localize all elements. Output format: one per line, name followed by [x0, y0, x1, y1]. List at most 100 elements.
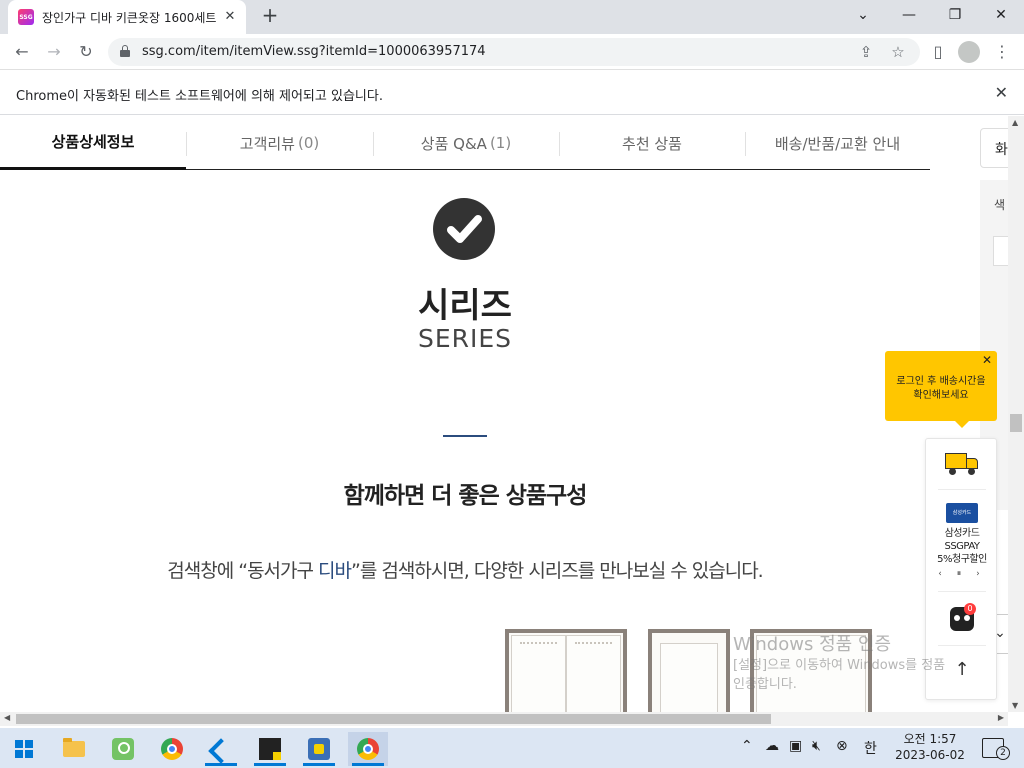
notification-count-badge: 2 — [996, 746, 1010, 760]
side-panel-icon[interactable]: ▯ — [926, 40, 950, 64]
forward-arrow-icon[interactable]: → — [42, 40, 66, 64]
onedrive-icon[interactable]: ☁ — [765, 738, 779, 754]
series-title-korean: 시리즈 — [418, 286, 512, 326]
scroll-down-arrow-icon[interactable]: ▼ — [1012, 701, 1018, 710]
page-viewport: 상품상세정보 고객리뷰 (0) 상품 Q&A (1) 추천 상품 배송/반품/교환 … — [0, 116, 1008, 712]
lock-icon[interactable] — [120, 45, 130, 57]
vscode-icon — [210, 738, 232, 760]
network-icon[interactable]: ▣ — [789, 738, 802, 754]
option-color-label: 색 — [994, 198, 1006, 212]
infobar-close-icon[interactable]: ✕ — [995, 83, 1008, 102]
new-tab-button[interactable]: + — [258, 4, 282, 28]
tab-count: (1) — [489, 134, 512, 152]
back-arrow-icon[interactable]: ← — [10, 40, 34, 64]
windows-logo-icon — [15, 740, 33, 758]
desc-highlight: 디바 — [318, 560, 352, 582]
blocked-icon[interactable]: ⊗ — [836, 738, 848, 754]
tab-label: 상품 Q&A — [420, 134, 487, 153]
option-select[interactable] — [993, 236, 1008, 266]
window-close-button[interactable]: ✕ — [978, 0, 1024, 30]
vertical-scrollbar[interactable]: ▲ ▼ — [1008, 116, 1024, 712]
windows-watermark-title: Windows 정품 인증 — [733, 634, 892, 655]
chrome-button[interactable] — [152, 732, 192, 766]
ssg-favicon-icon: SSG — [18, 9, 34, 25]
chrome-icon — [357, 738, 379, 760]
quick-menu-separator — [938, 645, 986, 646]
bookmark-star-icon[interactable]: ☆ — [886, 40, 910, 64]
tab-label: 배송/반품/교환 안내 — [774, 134, 901, 153]
clock-date: 2023-06-02 — [895, 748, 965, 762]
tab-search-chevron-icon[interactable]: ⌄ — [840, 0, 886, 30]
taskbar-clock[interactable]: 오전 1:57 2023-06-02 — [892, 731, 968, 763]
scroll-right-arrow-icon[interactable]: ▶ — [998, 713, 1004, 722]
tab-label: 고객리뷰 — [239, 134, 295, 153]
checkmark-icon — [433, 198, 495, 260]
combo-section-description: 검색창에 “동서가구 디바”를 검색하시면, 다양한 시리즈를 만나보실 수 있… — [0, 556, 930, 583]
tab-label: 추천 상품 — [622, 134, 682, 153]
horizontal-scrollbar[interactable]: ◀ ▶ — [0, 712, 1008, 726]
ime-indicator[interactable]: 한 — [864, 738, 877, 758]
vertical-scroll-thumb[interactable] — [1010, 414, 1022, 432]
volume-muted-icon[interactable]: 🔇︎ — [812, 738, 821, 754]
chrome-active-button[interactable] — [348, 732, 388, 766]
windows-taskbar: ⌃ ☁ ▣ 🔇︎ ⊗ 한 오전 1:57 2023-06-02 2 — [0, 728, 1024, 768]
tab-label: 상품상세정보 — [51, 133, 135, 151]
tab-strip: SSG 장인가구 디바 키큰옷장 1600세트 ✕ + ⌄ — ❐ ✕ — [0, 0, 1024, 34]
browser-toolbar: ← → ↻ ssg.com/item/itemView.ssg?itemId=1… — [0, 34, 1024, 70]
card-carousel-nav[interactable]: ‹ ⏸ › — [926, 569, 998, 579]
reload-icon[interactable]: ↻ — [74, 40, 98, 64]
restore-button[interactable]: ❐ — [932, 0, 978, 30]
scroll-left-arrow-icon[interactable]: ◀ — [4, 713, 10, 722]
tooltip-close-icon[interactable]: ✕ — [982, 353, 992, 367]
start-button[interactable] — [4, 732, 44, 766]
more-menu-icon[interactable]: ⋮ — [990, 40, 1014, 64]
clock-time: 오전 1:57 — [903, 732, 957, 746]
combo-section-title: 함께하면 더 좋은 상품구성 — [343, 483, 588, 509]
tab-product-detail[interactable]: 상품상세정보 — [0, 116, 186, 170]
tab-shipping-info[interactable]: 배송/반품/교환 안내 — [745, 116, 930, 170]
samsung-card-icon[interactable]: 삼성카드 — [946, 503, 978, 523]
stickies-button[interactable] — [250, 732, 290, 766]
tab-close-icon[interactable]: ✕ — [222, 9, 238, 25]
chatbot-badge: 0 — [964, 603, 976, 615]
card-promo-text[interactable]: 삼성카드 SSGPAY 5%청구할인 — [926, 527, 998, 566]
share-icon[interactable]: ⇪ — [854, 40, 878, 64]
cabinet-image-double[interactable] — [505, 629, 627, 712]
maps-icon — [112, 738, 134, 760]
tab-recommended[interactable]: 추천 상품 — [559, 116, 745, 170]
maps-app-button[interactable] — [103, 732, 143, 766]
folder-icon — [63, 738, 85, 757]
login-delivery-tooltip: ✕ 로그인 후 배송시간을 확인해보세요 — [885, 351, 997, 428]
windows-watermark-body: [설정]으로 이동하여 Windows를 정품 인증합니다. — [733, 658, 946, 692]
stickies-icon — [259, 738, 281, 760]
python-app-icon — [308, 738, 330, 760]
quick-menu-separator — [938, 591, 986, 592]
tooltip-text: 로그인 후 배송시간을 확인해보세요 — [896, 376, 986, 401]
tab-count: (0) — [297, 134, 320, 152]
scroll-up-arrow-icon[interactable]: ▲ — [1012, 118, 1018, 127]
chrome-icon — [161, 738, 183, 760]
url-text[interactable]: ssg.com/item/itemView.ssg?itemId=1000063… — [142, 44, 486, 59]
tab-reviews[interactable]: 고객리뷰 (0) — [186, 116, 373, 170]
desc-text: 검색창에 “동서가구 — [167, 560, 319, 582]
minimize-button[interactable]: — — [886, 0, 932, 30]
horizontal-scroll-thumb[interactable] — [16, 714, 771, 724]
tray-chevron-up-icon[interactable]: ⌃ — [741, 738, 753, 754]
python-app-button[interactable] — [299, 732, 339, 766]
section-divider — [443, 435, 487, 437]
desc-text: ”를 검색하시면, 다양한 시리즈를 만나보실 수 있습니다. — [351, 560, 764, 582]
vscode-button[interactable] — [201, 732, 241, 766]
series-title-english: SERIES — [417, 324, 513, 353]
sidebar-top-button[interactable]: 화 — [980, 128, 1008, 168]
address-bar[interactable]: ssg.com/item/itemView.ssg?itemId=1000063… — [108, 38, 920, 66]
browser-tab[interactable]: SSG 장인가구 디바 키큰옷장 1600세트 ✕ — [8, 0, 246, 34]
tab-qna[interactable]: 상품 Q&A (1) — [373, 116, 559, 170]
automation-infobar: Chrome이 자동화된 테스트 소프트웨어에 의해 제어되고 있습니다. ✕ — [0, 71, 1024, 115]
cabinet-image-single[interactable] — [648, 629, 730, 712]
file-explorer-button[interactable] — [54, 732, 94, 766]
quick-menu-separator — [938, 489, 986, 490]
profile-avatar-icon[interactable] — [958, 41, 980, 63]
delivery-truck-icon[interactable] — [945, 451, 979, 475]
infobar-message: Chrome이 자동화된 테스트 소프트웨어에 의해 제어되고 있습니다. — [16, 89, 383, 104]
product-tabs: 상품상세정보 고객리뷰 (0) 상품 Q&A (1) 추천 상품 배송/반품/교환 … — [0, 116, 930, 170]
